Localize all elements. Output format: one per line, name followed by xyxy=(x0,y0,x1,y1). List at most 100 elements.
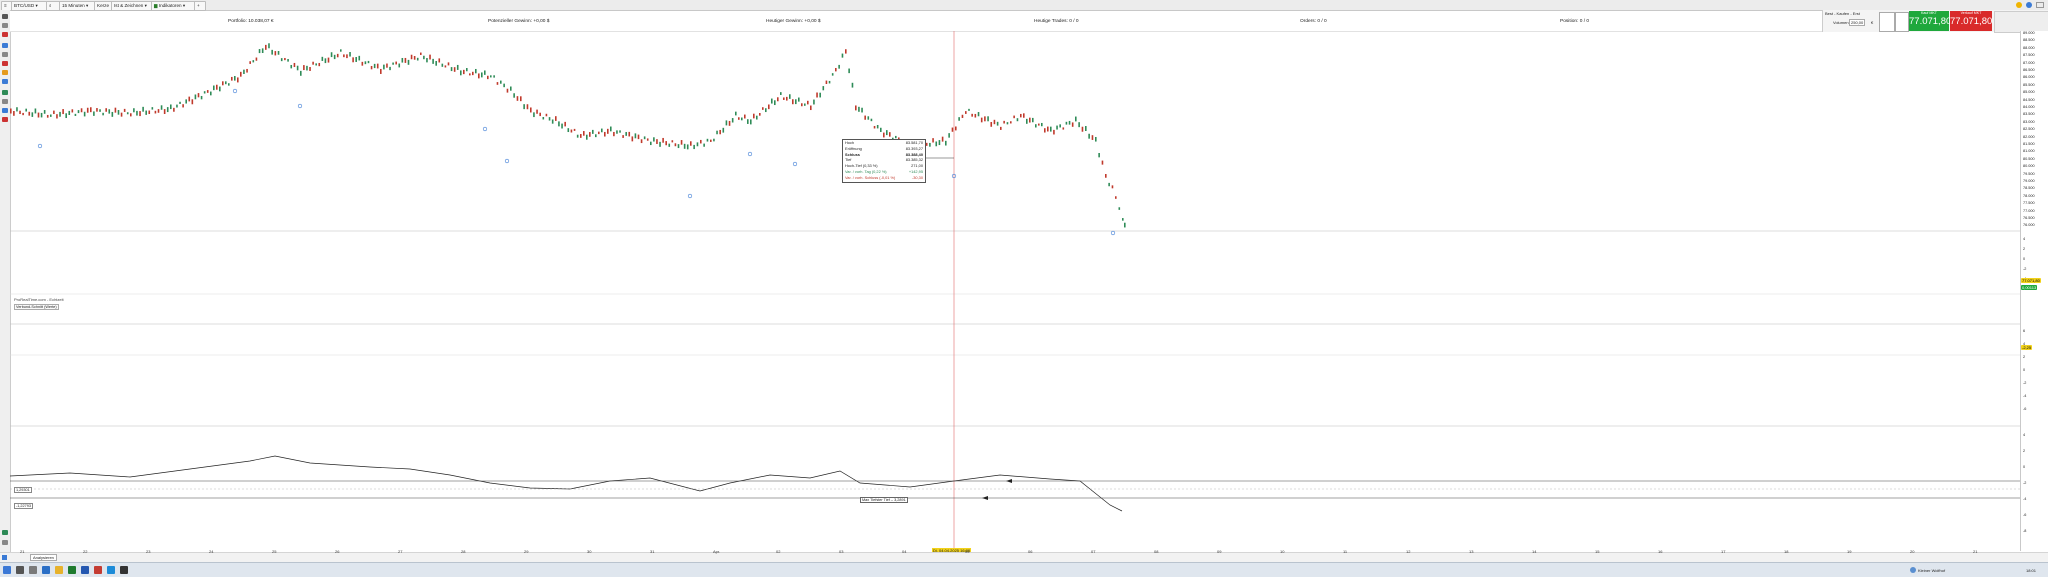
candle xyxy=(463,69,465,75)
candle xyxy=(370,65,373,70)
marker-tool-icon[interactable] xyxy=(2,61,8,66)
positions-count[interactable]: Position: 0 / 0 xyxy=(1560,19,1589,24)
zoom-tool-icon[interactable] xyxy=(2,43,8,48)
volume-input[interactable]: 250,00 xyxy=(1849,19,1866,26)
cursor-tool-icon[interactable] xyxy=(2,14,8,19)
sell-market-button[interactable]: Verkauf MKT 77.071,80 xyxy=(1950,11,1992,31)
home-icon[interactable] xyxy=(2,555,7,560)
trade-marker-icon[interactable] xyxy=(37,143,43,149)
window-icon[interactable] xyxy=(2036,2,2044,8)
time-axis-label: 08 xyxy=(1154,549,1159,554)
candle xyxy=(625,132,627,136)
candle xyxy=(31,112,34,117)
excel-icon[interactable] xyxy=(68,566,76,574)
candle xyxy=(28,111,31,116)
task-view-icon[interactable] xyxy=(29,566,37,574)
candle xyxy=(1006,122,1009,125)
trade-marker-icon[interactable] xyxy=(297,103,303,109)
line-tool-icon[interactable] xyxy=(2,23,8,28)
start-icon[interactable] xyxy=(3,566,11,574)
trade-marker-icon[interactable] xyxy=(792,161,798,167)
explorer-icon[interactable] xyxy=(55,566,63,574)
alert-tool-icon[interactable] xyxy=(2,32,8,37)
candle xyxy=(987,116,989,122)
app-icon[interactable] xyxy=(94,566,102,574)
order-type-select[interactable]: Best - Kaufen - Erst xyxy=(1825,11,1860,16)
candle xyxy=(961,114,964,118)
candle xyxy=(762,107,764,110)
candle xyxy=(580,134,582,138)
trend-tool-icon[interactable] xyxy=(2,90,8,95)
symbol-selector[interactable]: BTC/USD ▾ xyxy=(11,1,47,11)
measure-tool-icon[interactable] xyxy=(2,99,8,104)
candle xyxy=(490,75,492,78)
candle xyxy=(613,131,615,137)
price-axis-label: -6 xyxy=(2023,407,2027,411)
candle xyxy=(777,97,779,102)
clock[interactable]: 18:01 xyxy=(2026,568,2036,573)
prorealtime-icon[interactable] xyxy=(107,566,115,574)
time-axis-label: 29 xyxy=(524,549,529,554)
trade-marker-icon[interactable] xyxy=(747,151,753,157)
add-icon[interactable]: + xyxy=(194,1,206,11)
settings-tool-icon[interactable] xyxy=(2,530,8,535)
candle xyxy=(851,82,854,88)
trade-marker-icon[interactable] xyxy=(1110,230,1116,236)
portfolio-value: Portfolio: 10.038,07 € xyxy=(228,19,274,24)
delete-tool-icon[interactable] xyxy=(2,117,8,122)
shape-tool-icon[interactable] xyxy=(2,108,8,113)
candle xyxy=(951,127,954,132)
candle xyxy=(731,118,734,123)
edge-icon[interactable] xyxy=(42,566,50,574)
trade-marker-icon[interactable] xyxy=(482,126,488,132)
candle xyxy=(861,107,863,113)
candle xyxy=(722,127,725,133)
price-axis-label: 79.500 xyxy=(2023,171,2035,176)
candle xyxy=(750,119,752,125)
price-chart[interactable] xyxy=(10,31,2020,551)
search-icon[interactable] xyxy=(16,566,24,574)
fib-tool-icon[interactable] xyxy=(2,70,8,75)
candle xyxy=(677,144,680,149)
candle xyxy=(441,63,444,67)
candle xyxy=(551,119,554,124)
chart-controls[interactable] xyxy=(1950,555,2040,561)
tab-analysis[interactable]: Analysieren xyxy=(30,554,57,561)
trade-marker-icon[interactable] xyxy=(504,158,510,164)
candle xyxy=(583,131,585,136)
orders-count[interactable]: Orders: 0 / 0 xyxy=(1300,19,1327,24)
price-axis[interactable]: 89.000 88.500 88.000 87.500 87.000 86.500 86.0… xyxy=(2020,31,2048,551)
candle xyxy=(668,143,671,147)
trade-marker-icon[interactable] xyxy=(232,88,238,94)
channel-tool-icon[interactable] xyxy=(2,79,8,84)
candle xyxy=(977,112,980,117)
terminal-icon[interactable] xyxy=(120,566,128,574)
layout-tool-icon[interactable] xyxy=(2,540,8,545)
time-axis-label: 24 xyxy=(209,549,214,554)
leverage-stepper[interactable] xyxy=(1895,12,1909,32)
interval-selector[interactable]: 15 Minuten ▾ xyxy=(59,1,97,11)
candle xyxy=(1041,122,1043,127)
text-tool-icon[interactable] xyxy=(2,52,8,57)
candle xyxy=(274,51,277,56)
candle xyxy=(938,140,941,146)
candle xyxy=(686,144,689,150)
trade-marker-icon[interactable] xyxy=(687,193,693,199)
alert-icon[interactable] xyxy=(2016,2,2022,8)
buy-market-button[interactable]: Kauf MKT 77.071,80 xyxy=(1909,11,1951,31)
quantity-stepper[interactable] xyxy=(1879,12,1895,32)
candle xyxy=(80,108,83,113)
candle xyxy=(182,104,184,108)
outlook-icon[interactable] xyxy=(81,566,89,574)
indicator-tag[interactable]: Verbund-Schnitt (Werte) xyxy=(14,304,59,310)
candle xyxy=(690,141,692,146)
candle xyxy=(10,108,12,114)
indicators-button[interactable]: ▆ Indikatoren ▾ xyxy=(151,1,197,11)
draw-mode-button[interactable]: Ist & Zeichnen ▾ xyxy=(111,1,153,11)
trade-options[interactable] xyxy=(1994,11,2048,33)
candle xyxy=(16,107,18,112)
price-axis-label: 87.500 xyxy=(2023,53,2035,58)
candle xyxy=(735,111,737,116)
info-icon[interactable] xyxy=(2026,2,2032,8)
candle xyxy=(367,60,370,64)
